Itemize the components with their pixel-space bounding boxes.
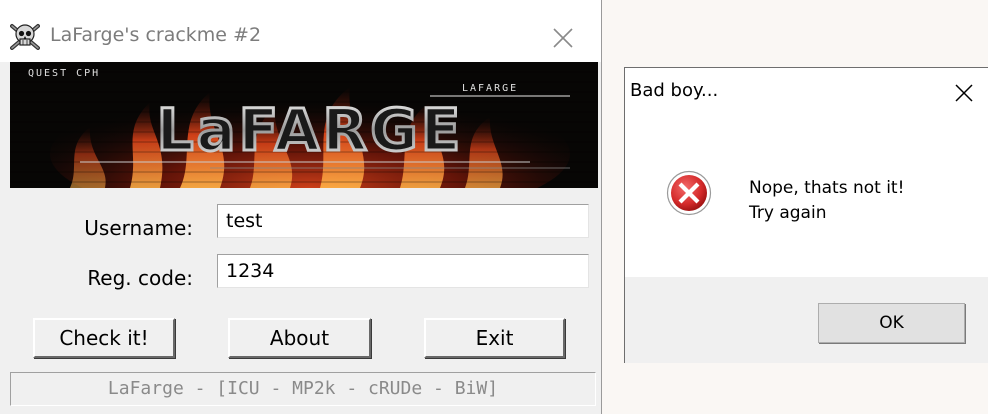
message-line-1: Nope, thats not it! bbox=[749, 178, 905, 198]
window-title: LaFarge's crackme #2 bbox=[50, 24, 262, 46]
title-bar[interactable]: LaFarge's crackme #2 bbox=[0, 0, 601, 62]
crackme-window: LaFarge's crackme #2 QUEST CPH LAFARGE L… bbox=[0, 0, 602, 414]
message-box-footer: OK bbox=[625, 277, 988, 363]
error-icon bbox=[666, 170, 712, 216]
banner-tag-left: QUEST CPH bbox=[28, 68, 100, 79]
exit-button[interactable]: Exit bbox=[424, 318, 565, 358]
username-input[interactable] bbox=[217, 204, 589, 238]
check-button[interactable]: Check it! bbox=[33, 318, 175, 358]
message-box-window: Bad boy... Nope, thats not it! Try again… bbox=[624, 67, 988, 363]
banner-tag-right: LAFARGE bbox=[462, 83, 518, 94]
about-button[interactable]: About bbox=[228, 318, 371, 358]
regcode-label: Reg. code: bbox=[87, 266, 193, 290]
username-label: Username: bbox=[84, 216, 193, 240]
close-icon[interactable] bbox=[955, 84, 973, 102]
banner-artwork: QUEST CPH LAFARGE LaFARGE bbox=[10, 62, 598, 188]
message-line-2: Try again bbox=[749, 203, 827, 223]
banner-logo-text: LaFARGE bbox=[157, 96, 464, 164]
close-icon[interactable] bbox=[553, 28, 573, 48]
lafarge-banner-image: QUEST CPH LAFARGE LaFARGE bbox=[10, 62, 598, 188]
message-box-title: Bad boy... bbox=[630, 80, 719, 101]
regcode-input[interactable] bbox=[217, 254, 589, 288]
status-bar: LaFarge - [ICU - MP2k - cRUDe - BiW] bbox=[10, 372, 596, 406]
ok-button[interactable]: OK bbox=[818, 303, 965, 343]
skull-crossbones-icon bbox=[10, 24, 40, 50]
